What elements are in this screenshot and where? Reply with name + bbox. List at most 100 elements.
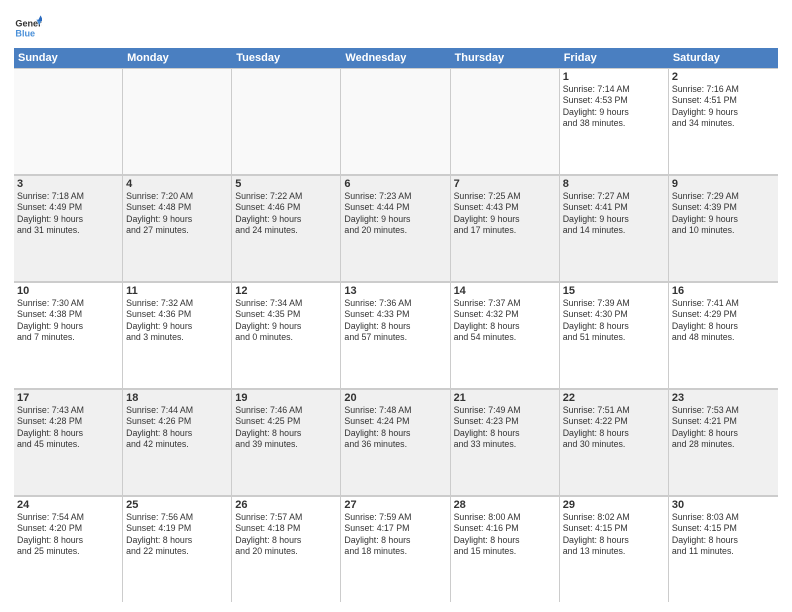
header-cell-monday: Monday <box>123 48 232 68</box>
calendar-row-0: 1Sunrise: 7:14 AM Sunset: 4:53 PM Daylig… <box>14 68 778 175</box>
cal-cell-r4c0: 24Sunrise: 7:54 AM Sunset: 4:20 PM Dayli… <box>14 496 123 602</box>
cal-cell-r1c1: 4Sunrise: 7:20 AM Sunset: 4:48 PM Daylig… <box>123 175 232 281</box>
day-number: 16 <box>672 285 775 297</box>
cal-cell-r4c4: 28Sunrise: 8:00 AM Sunset: 4:16 PM Dayli… <box>451 496 560 602</box>
logo-icon: General Blue <box>14 14 42 42</box>
day-number: 8 <box>563 178 665 190</box>
day-number: 24 <box>17 499 119 511</box>
day-number: 19 <box>235 392 337 404</box>
cal-cell-r4c2: 26Sunrise: 7:57 AM Sunset: 4:18 PM Dayli… <box>232 496 341 602</box>
day-number: 21 <box>454 392 556 404</box>
header-cell-friday: Friday <box>560 48 669 68</box>
day-number: 9 <box>672 178 775 190</box>
day-number: 26 <box>235 499 337 511</box>
cal-cell-r4c6: 30Sunrise: 8:03 AM Sunset: 4:15 PM Dayli… <box>669 496 778 602</box>
cal-cell-r0c6: 2Sunrise: 7:16 AM Sunset: 4:51 PM Daylig… <box>669 68 778 174</box>
day-info: Sunrise: 7:27 AM Sunset: 4:41 PM Dayligh… <box>563 191 665 237</box>
day-number: 30 <box>672 499 775 511</box>
day-info: Sunrise: 7:37 AM Sunset: 4:32 PM Dayligh… <box>454 298 556 344</box>
cal-cell-r3c5: 22Sunrise: 7:51 AM Sunset: 4:22 PM Dayli… <box>560 389 669 495</box>
header-cell-tuesday: Tuesday <box>232 48 341 68</box>
day-info: Sunrise: 7:56 AM Sunset: 4:19 PM Dayligh… <box>126 512 228 558</box>
cal-cell-r2c1: 11Sunrise: 7:32 AM Sunset: 4:36 PM Dayli… <box>123 282 232 388</box>
day-number: 10 <box>17 285 119 297</box>
day-number: 20 <box>344 392 446 404</box>
day-info: Sunrise: 7:59 AM Sunset: 4:17 PM Dayligh… <box>344 512 446 558</box>
day-number: 17 <box>17 392 119 404</box>
day-info: Sunrise: 8:03 AM Sunset: 4:15 PM Dayligh… <box>672 512 775 558</box>
cal-cell-r2c0: 10Sunrise: 7:30 AM Sunset: 4:38 PM Dayli… <box>14 282 123 388</box>
day-number: 13 <box>344 285 446 297</box>
day-info: Sunrise: 7:14 AM Sunset: 4:53 PM Dayligh… <box>563 84 665 130</box>
calendar-row-4: 24Sunrise: 7:54 AM Sunset: 4:20 PM Dayli… <box>14 496 778 602</box>
day-number: 4 <box>126 178 228 190</box>
logo: General Blue <box>14 14 42 42</box>
cal-cell-r0c0 <box>14 68 123 174</box>
day-info: Sunrise: 7:54 AM Sunset: 4:20 PM Dayligh… <box>17 512 119 558</box>
cal-cell-r0c5: 1Sunrise: 7:14 AM Sunset: 4:53 PM Daylig… <box>560 68 669 174</box>
day-info: Sunrise: 7:23 AM Sunset: 4:44 PM Dayligh… <box>344 191 446 237</box>
cal-cell-r0c3 <box>341 68 450 174</box>
cal-cell-r2c4: 14Sunrise: 7:37 AM Sunset: 4:32 PM Dayli… <box>451 282 560 388</box>
day-info: Sunrise: 7:22 AM Sunset: 4:46 PM Dayligh… <box>235 191 337 237</box>
cal-cell-r2c6: 16Sunrise: 7:41 AM Sunset: 4:29 PM Dayli… <box>669 282 778 388</box>
cal-cell-r3c2: 19Sunrise: 7:46 AM Sunset: 4:25 PM Dayli… <box>232 389 341 495</box>
day-number: 15 <box>563 285 665 297</box>
day-info: Sunrise: 7:32 AM Sunset: 4:36 PM Dayligh… <box>126 298 228 344</box>
header-cell-wednesday: Wednesday <box>341 48 450 68</box>
day-info: Sunrise: 7:48 AM Sunset: 4:24 PM Dayligh… <box>344 405 446 451</box>
calendar-header: SundayMondayTuesdayWednesdayThursdayFrid… <box>14 48 778 68</box>
svg-text:Blue: Blue <box>15 28 35 38</box>
day-info: Sunrise: 7:41 AM Sunset: 4:29 PM Dayligh… <box>672 298 775 344</box>
day-number: 18 <box>126 392 228 404</box>
day-number: 28 <box>454 499 556 511</box>
day-info: Sunrise: 8:00 AM Sunset: 4:16 PM Dayligh… <box>454 512 556 558</box>
cal-cell-r3c0: 17Sunrise: 7:43 AM Sunset: 4:28 PM Dayli… <box>14 389 123 495</box>
day-number: 2 <box>672 71 775 83</box>
cal-cell-r3c3: 20Sunrise: 7:48 AM Sunset: 4:24 PM Dayli… <box>341 389 450 495</box>
cal-cell-r0c2 <box>232 68 341 174</box>
cal-cell-r4c5: 29Sunrise: 8:02 AM Sunset: 4:15 PM Dayli… <box>560 496 669 602</box>
day-number: 3 <box>17 178 119 190</box>
day-info: Sunrise: 7:46 AM Sunset: 4:25 PM Dayligh… <box>235 405 337 451</box>
cal-cell-r0c4 <box>451 68 560 174</box>
day-info: Sunrise: 7:39 AM Sunset: 4:30 PM Dayligh… <box>563 298 665 344</box>
day-info: Sunrise: 7:25 AM Sunset: 4:43 PM Dayligh… <box>454 191 556 237</box>
day-number: 11 <box>126 285 228 297</box>
calendar-row-1: 3Sunrise: 7:18 AM Sunset: 4:49 PM Daylig… <box>14 175 778 282</box>
day-number: 29 <box>563 499 665 511</box>
header-cell-saturday: Saturday <box>669 48 778 68</box>
day-number: 27 <box>344 499 446 511</box>
cal-cell-r1c2: 5Sunrise: 7:22 AM Sunset: 4:46 PM Daylig… <box>232 175 341 281</box>
header-cell-thursday: Thursday <box>451 48 560 68</box>
cal-cell-r1c5: 8Sunrise: 7:27 AM Sunset: 4:41 PM Daylig… <box>560 175 669 281</box>
cal-cell-r4c3: 27Sunrise: 7:59 AM Sunset: 4:17 PM Dayli… <box>341 496 450 602</box>
calendar-row-3: 17Sunrise: 7:43 AM Sunset: 4:28 PM Dayli… <box>14 389 778 496</box>
calendar-row-2: 10Sunrise: 7:30 AM Sunset: 4:38 PM Dayli… <box>14 282 778 389</box>
cal-cell-r1c3: 6Sunrise: 7:23 AM Sunset: 4:44 PM Daylig… <box>341 175 450 281</box>
cal-cell-r1c0: 3Sunrise: 7:18 AM Sunset: 4:49 PM Daylig… <box>14 175 123 281</box>
day-info: Sunrise: 7:29 AM Sunset: 4:39 PM Dayligh… <box>672 191 775 237</box>
day-number: 14 <box>454 285 556 297</box>
cal-cell-r0c1 <box>123 68 232 174</box>
day-info: Sunrise: 7:18 AM Sunset: 4:49 PM Dayligh… <box>17 191 119 237</box>
day-number: 23 <box>672 392 775 404</box>
day-info: Sunrise: 7:36 AM Sunset: 4:33 PM Dayligh… <box>344 298 446 344</box>
day-number: 25 <box>126 499 228 511</box>
page: General Blue SundayMondayTuesdayWednesda… <box>0 0 792 612</box>
day-info: Sunrise: 7:43 AM Sunset: 4:28 PM Dayligh… <box>17 405 119 451</box>
cal-cell-r3c1: 18Sunrise: 7:44 AM Sunset: 4:26 PM Dayli… <box>123 389 232 495</box>
cal-cell-r2c3: 13Sunrise: 7:36 AM Sunset: 4:33 PM Dayli… <box>341 282 450 388</box>
day-number: 5 <box>235 178 337 190</box>
cal-cell-r3c6: 23Sunrise: 7:53 AM Sunset: 4:21 PM Dayli… <box>669 389 778 495</box>
header: General Blue <box>14 10 778 42</box>
day-number: 12 <box>235 285 337 297</box>
cal-cell-r2c2: 12Sunrise: 7:34 AM Sunset: 4:35 PM Dayli… <box>232 282 341 388</box>
day-number: 7 <box>454 178 556 190</box>
day-info: Sunrise: 7:34 AM Sunset: 4:35 PM Dayligh… <box>235 298 337 344</box>
day-info: Sunrise: 8:02 AM Sunset: 4:15 PM Dayligh… <box>563 512 665 558</box>
day-number: 6 <box>344 178 446 190</box>
calendar: SundayMondayTuesdayWednesdayThursdayFrid… <box>14 48 778 602</box>
day-info: Sunrise: 7:57 AM Sunset: 4:18 PM Dayligh… <box>235 512 337 558</box>
day-info: Sunrise: 7:16 AM Sunset: 4:51 PM Dayligh… <box>672 84 775 130</box>
